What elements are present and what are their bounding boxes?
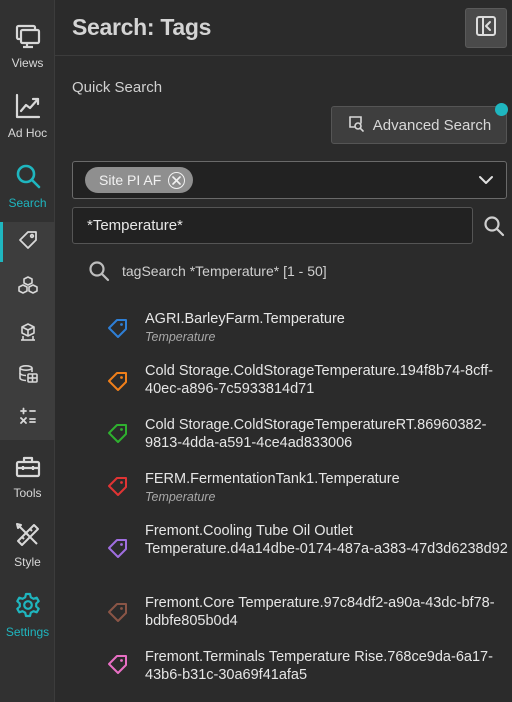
- result-item[interactable]: Fremont.Core Temperature.97c84df2-a90a-4…: [100, 594, 510, 634]
- result-name: Fremont.Terminals Temperature Rise.768ce…: [145, 649, 493, 683]
- nav-item-settings[interactable]: Settings: [0, 591, 55, 638]
- tag-icon: [108, 477, 127, 496]
- search-type-tags[interactable]: [0, 222, 55, 262]
- chevron-down-icon[interactable]: [478, 172, 494, 193]
- result-name: Cold Storage.ColdStorageTemperatureRT.86…: [145, 417, 487, 451]
- header-divider: [55, 55, 512, 56]
- close-icon: [172, 175, 182, 185]
- nav-item-ad-hoc[interactable]: Ad Hoc: [0, 92, 55, 139]
- nav-item-style[interactable]: Style: [0, 521, 55, 568]
- toolbox-icon: [14, 452, 42, 483]
- tag-icon: [108, 372, 127, 391]
- search-icon: [484, 216, 505, 237]
- result-item[interactable]: AGRI.BarleyFarm.Temperature Temperature: [100, 310, 510, 350]
- nav-item-tools[interactable]: Tools: [0, 452, 55, 499]
- advanced-search-icon: [347, 114, 365, 136]
- page-title: Search: Tags: [72, 14, 212, 40]
- tag-icon: [108, 539, 127, 558]
- remove-datasource-button[interactable]: [168, 171, 186, 189]
- result-item[interactable]: Cold Storage.ColdStorageTemperatureRT.86…: [100, 416, 510, 456]
- search-input[interactable]: [72, 207, 473, 244]
- collapse-panel-button[interactable]: [465, 8, 507, 48]
- search-submit-button[interactable]: [481, 213, 507, 239]
- asset-icon: [17, 321, 39, 348]
- collapse-left-icon: [474, 14, 498, 43]
- result-item[interactable]: FERM.FermentationTank1.Temperature Tempe…: [100, 470, 510, 510]
- search-type-rail: [0, 222, 55, 440]
- result-name: AGRI.BarleyFarm.Temperature: [145, 311, 345, 327]
- search-icon: [14, 162, 42, 193]
- nav-label-views: Views: [11, 56, 44, 70]
- gear-icon: [14, 591, 42, 622]
- tag-icon: [108, 424, 127, 443]
- nav-rail: Views Ad Hoc Search Tools Style Settings: [0, 0, 55, 702]
- search-result-summary: tagSearch *Temperature* [1 - 50]: [88, 260, 327, 282]
- nav-label-settings: Settings: [5, 625, 50, 639]
- search-type-assets[interactable]: [0, 268, 55, 308]
- nav-label-tools: Tools: [13, 486, 42, 500]
- chart-line-icon: [14, 92, 42, 123]
- search-type-elements[interactable]: [0, 314, 55, 354]
- result-name: Fremont.Cooling Tube Oil Outlet Temperat…: [145, 523, 508, 557]
- result-item[interactable]: Cold Storage.ColdStorageTemperature.194f…: [100, 362, 510, 402]
- views-icon: [14, 22, 42, 53]
- nav-label-ad-hoc: Ad Hoc: [7, 126, 48, 140]
- database-icon: [17, 363, 39, 390]
- datasource-chip: Site PI AF: [85, 167, 194, 193]
- search-tags-panel: Views Ad Hoc Search Tools Style Settings…: [0, 0, 512, 702]
- advanced-search-indicator-dot: [495, 103, 508, 116]
- nav-item-search[interactable]: Search: [0, 162, 55, 209]
- advanced-search-label: Advanced Search: [372, 116, 492, 134]
- tag-icon: [108, 603, 127, 622]
- result-item[interactable]: Fremont.Terminals Temperature Rise.768ce…: [100, 648, 510, 688]
- nav-item-views[interactable]: Views: [0, 22, 55, 69]
- advanced-search-button[interactable]: Advanced Search: [331, 106, 507, 144]
- result-description: Temperature: [145, 490, 216, 504]
- result-name: Cold Storage.ColdStorageTemperature.194f…: [145, 363, 493, 397]
- result-name: FERM.FermentationTank1.Temperature: [145, 471, 400, 487]
- brush-ruler-icon: [14, 521, 42, 552]
- calculator-icon: [17, 405, 39, 432]
- search-summary-text: tagSearch *Temperature* [1 - 50]: [122, 263, 327, 279]
- nav-label-search: Search: [8, 196, 47, 210]
- search-type-calculations[interactable]: [0, 398, 55, 438]
- quick-search-label: Quick Search: [72, 79, 163, 96]
- tag-icon: [17, 229, 39, 256]
- datasource-select[interactable]: Site PI AF: [72, 161, 507, 199]
- cubes-icon: [17, 275, 39, 302]
- search-icon: [89, 261, 110, 282]
- result-item[interactable]: Fremont.Cooling Tube Oil Outlet Temperat…: [100, 522, 510, 578]
- result-description: Temperature: [145, 330, 216, 344]
- search-type-databases[interactable]: [0, 356, 55, 396]
- datasource-chip-label: Site PI AF: [99, 172, 162, 188]
- tag-icon: [108, 655, 127, 674]
- tag-icon: [108, 319, 127, 338]
- nav-label-style: Style: [14, 555, 41, 569]
- result-name: Fremont.Core Temperature.97c84df2-a90a-4…: [145, 595, 495, 629]
